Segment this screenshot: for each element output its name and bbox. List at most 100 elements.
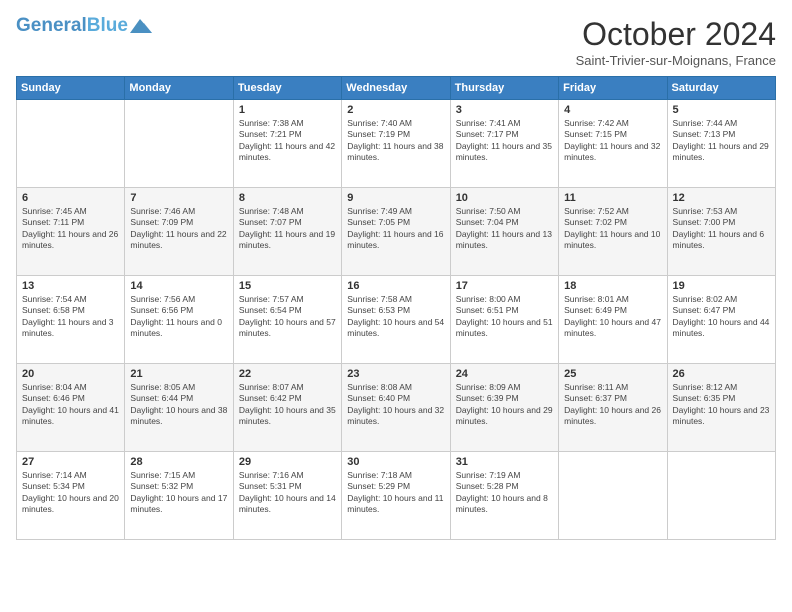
calendar-cell: 6 Sunrise: 7:45 AM Sunset: 7:11 PM Daylig… — [17, 188, 125, 276]
day-number: 23 — [347, 368, 444, 380]
cell-content: Sunrise: 7:15 AM Sunset: 5:32 PM Dayligh… — [130, 470, 227, 516]
header-tuesday: Tuesday — [233, 77, 341, 100]
cell-content: Sunrise: 7:53 AM Sunset: 7:00 PM Dayligh… — [673, 206, 770, 252]
calendar-table: SundayMondayTuesdayWednesdayThursdayFrid… — [16, 76, 776, 540]
calendar-cell: 10 Sunrise: 7:50 AM Sunset: 7:04 PM Dayli… — [450, 188, 558, 276]
calendar-cell: 23Sunrise: 8:08 AM Sunset: 6:40 PM Dayli… — [342, 364, 450, 452]
cell-content: Sunrise: 7:56 AM Sunset: 6:56 PM Dayligh… — [130, 294, 227, 340]
cell-content: Sunrise: 8:11 AM Sunset: 6:37 PM Dayligh… — [564, 382, 661, 428]
calendar-cell: 30 Sunrise: 7:18 AM Sunset: 5:29 PM Dayli… — [342, 452, 450, 540]
calendar-cell: 19 Sunrise: 8:02 AM Sunset: 6:47 PM Dayli… — [667, 276, 775, 364]
calendar-cell: 22Sunrise: 8:07 AM Sunset: 6:42 PM Dayli… — [233, 364, 341, 452]
calendar-cell: 11 Sunrise: 7:52 AM Sunset: 7:02 PM Dayli… — [559, 188, 667, 276]
day-number: 22 — [239, 368, 336, 380]
calendar-cell: 26 Sunrise: 8:12 AM Sunset: 6:35 PM Dayli… — [667, 364, 775, 452]
calendar-cell: 27 Sunrise: 7:14 AM Sunset: 5:34 PM Dayli… — [17, 452, 125, 540]
cell-content: Sunrise: 7:46 AM Sunset: 7:09 PM Dayligh… — [130, 206, 227, 252]
calendar-week-2: 6 Sunrise: 7:45 AM Sunset: 7:11 PM Daylig… — [17, 188, 776, 276]
day-number: 26 — [673, 368, 770, 380]
day-number: 11 — [564, 192, 661, 204]
cell-content: Sunrise: 7:50 AM Sunset: 7:04 PM Dayligh… — [456, 206, 553, 252]
calendar-cell — [125, 100, 233, 188]
calendar-cell: 8Sunrise: 7:48 AM Sunset: 7:07 PM Daylig… — [233, 188, 341, 276]
cell-content: Sunrise: 8:01 AM Sunset: 6:49 PM Dayligh… — [564, 294, 661, 340]
cell-content: Sunrise: 7:54 AM Sunset: 6:58 PM Dayligh… — [22, 294, 119, 340]
cell-content: Sunrise: 7:40 AM Sunset: 7:19 PM Dayligh… — [347, 118, 444, 164]
calendar-cell — [667, 452, 775, 540]
logo-general: General — [16, 15, 87, 36]
day-number: 4 — [564, 104, 661, 116]
calendar-cell — [17, 100, 125, 188]
header-sunday: Sunday — [17, 77, 125, 100]
cell-content: Sunrise: 8:02 AM Sunset: 6:47 PM Dayligh… — [673, 294, 770, 340]
day-number: 20 — [22, 368, 119, 380]
calendar-cell: 31 Sunrise: 7:19 AM Sunset: 5:28 PM Dayli… — [450, 452, 558, 540]
page-header: GeneralBlue October 2024 Saint-Trivier-s… — [16, 16, 776, 68]
cell-content: Sunrise: 8:04 AM Sunset: 6:46 PM Dayligh… — [22, 382, 119, 428]
day-number: 24 — [456, 368, 553, 380]
calendar-cell: 9 Sunrise: 7:49 AM Sunset: 7:05 PM Daylig… — [342, 188, 450, 276]
cell-content: Sunrise: 7:58 AM Sunset: 6:53 PM Dayligh… — [347, 294, 444, 340]
calendar-week-1: 1 Sunrise: 7:38 AM Sunset: 7:21 PM Daylig… — [17, 100, 776, 188]
day-number: 14 — [130, 280, 227, 292]
day-number: 25 — [564, 368, 661, 380]
calendar-cell: 21Sunrise: 8:05 AM Sunset: 6:44 PM Dayli… — [125, 364, 233, 452]
cell-content: Sunrise: 7:42 AM Sunset: 7:15 PM Dayligh… — [564, 118, 661, 164]
calendar-cell: 3 Sunrise: 7:41 AM Sunset: 7:17 PM Daylig… — [450, 100, 558, 188]
location-subtitle: Saint-Trivier-sur-Moignans, France — [576, 53, 776, 68]
day-number: 1 — [239, 104, 336, 116]
header-monday: Monday — [125, 77, 233, 100]
calendar-cell: 4 Sunrise: 7:42 AM Sunset: 7:15 PM Daylig… — [559, 100, 667, 188]
day-number: 10 — [456, 192, 553, 204]
calendar-week-4: 20 Sunrise: 8:04 AM Sunset: 6:46 PM Dayli… — [17, 364, 776, 452]
day-number: 18 — [564, 280, 661, 292]
calendar-cell: 28 Sunrise: 7:15 AM Sunset: 5:32 PM Dayli… — [125, 452, 233, 540]
logo-blue: Blue — [87, 15, 128, 36]
calendar-cell: 2Sunrise: 7:40 AM Sunset: 7:19 PM Daylig… — [342, 100, 450, 188]
cell-content: Sunrise: 7:18 AM Sunset: 5:29 PM Dayligh… — [347, 470, 444, 516]
calendar-cell: 29Sunrise: 7:16 AM Sunset: 5:31 PM Dayli… — [233, 452, 341, 540]
cell-content: Sunrise: 8:12 AM Sunset: 6:35 PM Dayligh… — [673, 382, 770, 428]
cell-content: Sunrise: 7:49 AM Sunset: 7:05 PM Dayligh… — [347, 206, 444, 252]
cell-content: Sunrise: 7:14 AM Sunset: 5:34 PM Dayligh… — [22, 470, 119, 516]
logo: GeneralBlue — [16, 16, 152, 35]
logo-icon — [130, 19, 152, 33]
month-title: October 2024 — [576, 16, 776, 53]
day-number: 7 — [130, 192, 227, 204]
day-number: 30 — [347, 456, 444, 468]
calendar-cell: 17 Sunrise: 8:00 AM Sunset: 6:51 PM Dayli… — [450, 276, 558, 364]
calendar-cell: 14 Sunrise: 7:56 AM Sunset: 6:56 PM Dayli… — [125, 276, 233, 364]
calendar-cell: 20 Sunrise: 8:04 AM Sunset: 6:46 PM Dayli… — [17, 364, 125, 452]
day-number: 27 — [22, 456, 119, 468]
day-number: 17 — [456, 280, 553, 292]
cell-content: Sunrise: 7:45 AM Sunset: 7:11 PM Dayligh… — [22, 206, 119, 252]
title-block: October 2024 Saint-Trivier-sur-Moignans,… — [576, 16, 776, 68]
day-number: 29 — [239, 456, 336, 468]
day-number: 3 — [456, 104, 553, 116]
cell-content: Sunrise: 8:00 AM Sunset: 6:51 PM Dayligh… — [456, 294, 553, 340]
day-number: 19 — [673, 280, 770, 292]
calendar-cell: 12 Sunrise: 7:53 AM Sunset: 7:00 PM Dayli… — [667, 188, 775, 276]
calendar-cell: 25 Sunrise: 8:11 AM Sunset: 6:37 PM Dayli… — [559, 364, 667, 452]
cell-content: Sunrise: 7:19 AM Sunset: 5:28 PM Dayligh… — [456, 470, 553, 516]
cell-content: Sunrise: 7:41 AM Sunset: 7:17 PM Dayligh… — [456, 118, 553, 164]
calendar-cell: 18 Sunrise: 8:01 AM Sunset: 6:49 PM Dayli… — [559, 276, 667, 364]
day-number: 9 — [347, 192, 444, 204]
logo-text: GeneralBlue — [16, 16, 128, 35]
calendar-cell: 15Sunrise: 7:57 AM Sunset: 6:54 PM Dayli… — [233, 276, 341, 364]
calendar-cell: 5Sunrise: 7:44 AM Sunset: 7:13 PM Daylig… — [667, 100, 775, 188]
calendar-cell: 16Sunrise: 7:58 AM Sunset: 6:53 PM Dayli… — [342, 276, 450, 364]
day-number: 31 — [456, 456, 553, 468]
day-number: 21 — [130, 368, 227, 380]
header-friday: Friday — [559, 77, 667, 100]
calendar-cell: 7 Sunrise: 7:46 AM Sunset: 7:09 PM Daylig… — [125, 188, 233, 276]
calendar-cell: 1 Sunrise: 7:38 AM Sunset: 7:21 PM Daylig… — [233, 100, 341, 188]
day-number: 6 — [22, 192, 119, 204]
header-wednesday: Wednesday — [342, 77, 450, 100]
cell-content: Sunrise: 7:38 AM Sunset: 7:21 PM Dayligh… — [239, 118, 336, 164]
cell-content: Sunrise: 7:52 AM Sunset: 7:02 PM Dayligh… — [564, 206, 661, 252]
day-number: 28 — [130, 456, 227, 468]
day-number: 12 — [673, 192, 770, 204]
cell-content: Sunrise: 7:48 AM Sunset: 7:07 PM Dayligh… — [239, 206, 336, 252]
calendar-week-5: 27 Sunrise: 7:14 AM Sunset: 5:34 PM Dayli… — [17, 452, 776, 540]
